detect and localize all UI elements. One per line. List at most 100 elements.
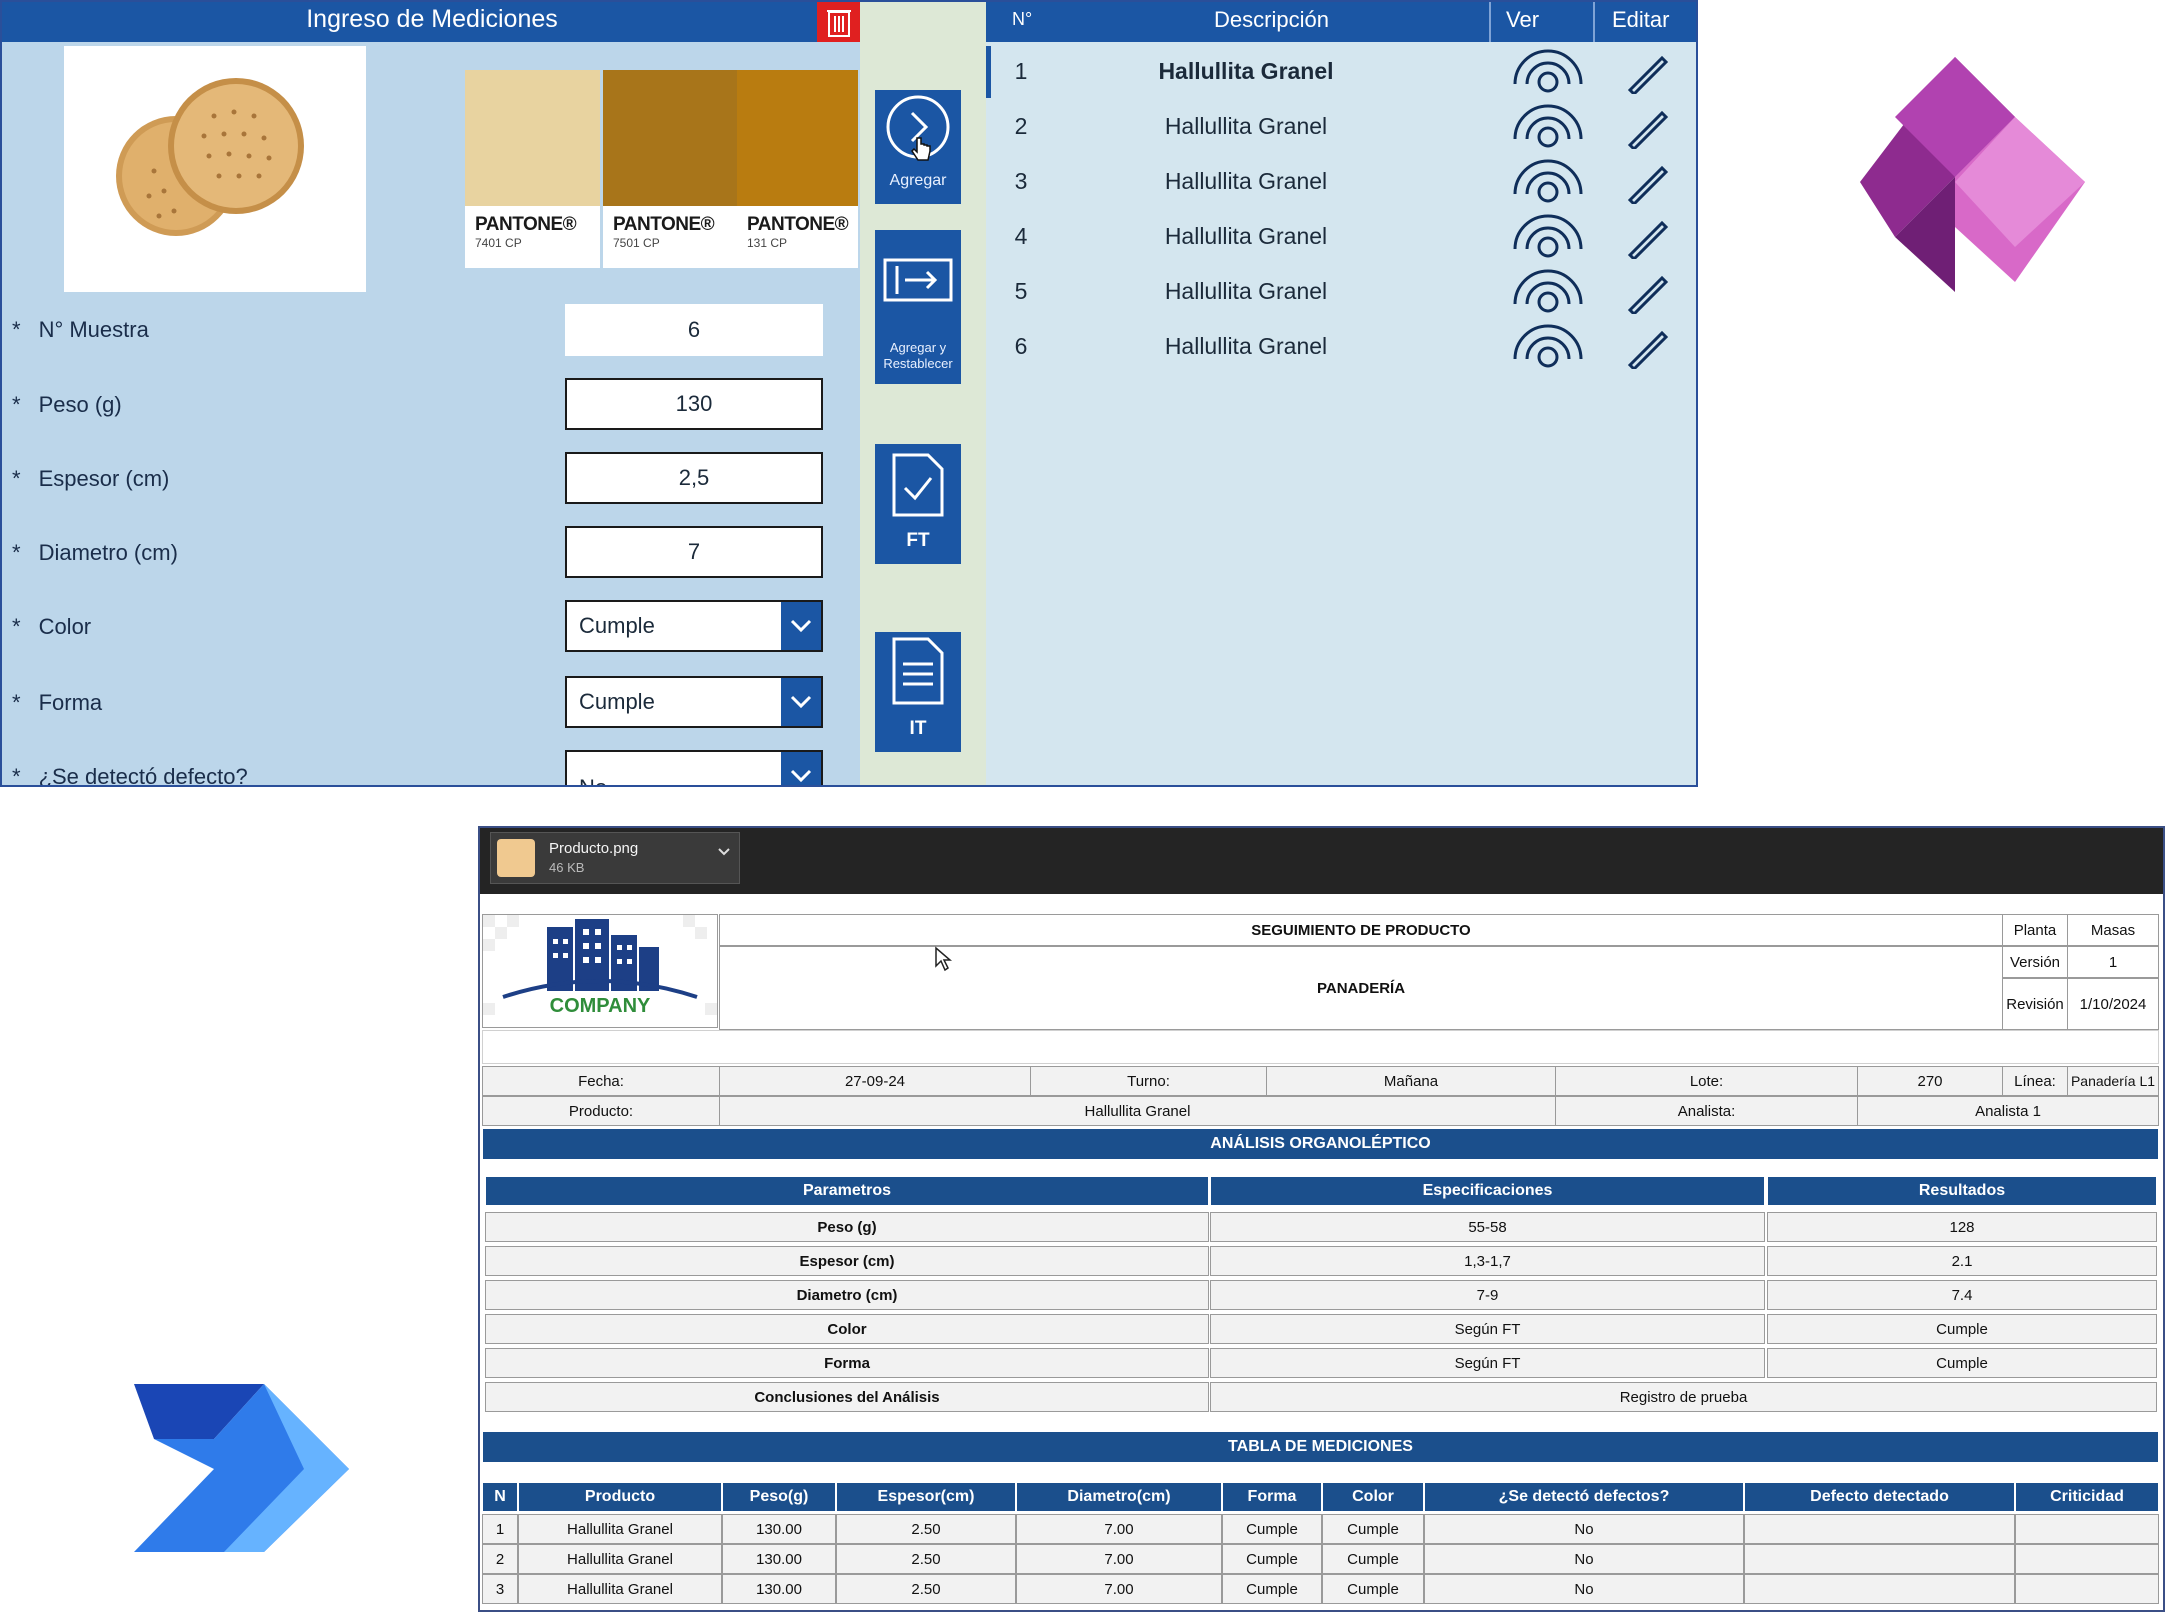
gallery-row[interactable]: 2 Hallullita Granel <box>986 99 1696 154</box>
result-cell: Cumple <box>1767 1314 2157 1344</box>
field-label-muestra: * N° Muestra <box>12 317 149 343</box>
row-num: 2 <box>1014 113 1028 139</box>
result-cell: 128 <box>1767 1212 2157 1242</box>
ft-button[interactable]: FT <box>875 444 961 564</box>
required-mark: * <box>12 466 21 491</box>
edit-pencil-icon[interactable] <box>1626 325 1670 369</box>
col-n: N <box>482 1482 518 1512</box>
table-cell: No <box>1424 1514 1744 1544</box>
swatch-code: 7501 CP <box>613 236 660 250</box>
analista-value: Analista 1 <box>1857 1096 2159 1126</box>
row-desc: Hallullita Granel <box>1164 113 1328 139</box>
edit-pencil-icon[interactable] <box>1626 270 1670 314</box>
producto-label: Producto: <box>482 1096 720 1126</box>
gallery-row[interactable]: 3 Hallullita Granel <box>986 154 1696 209</box>
swatch-color <box>603 70 738 206</box>
measurement-app: Ingreso de Mediciones PANTONE® 7401 CP P… <box>0 0 1698 787</box>
swatch-brand: PANTONE® <box>613 214 715 235</box>
col-especificaciones: Especificaciones <box>1210 1176 1765 1206</box>
power-automate-logo <box>134 1384 349 1552</box>
col-diametro: Diametro(cm) <box>1016 1482 1222 1512</box>
it-button[interactable]: IT <box>875 632 961 752</box>
table-cell: Cumple <box>1222 1514 1322 1544</box>
col-parametros: Parametros <box>485 1176 1209 1206</box>
gallery-row[interactable]: 1 Hallullita Granel <box>986 44 1696 99</box>
table-cell: Cumple <box>1322 1574 1424 1604</box>
document-lines-icon <box>892 637 944 705</box>
eye-icon[interactable] <box>1511 266 1585 316</box>
chevron-down-icon[interactable] <box>717 847 731 857</box>
chevron-down-icon[interactable] <box>781 602 821 650</box>
peso-input[interactable]: 130 <box>565 378 823 430</box>
chevron-down-icon[interactable] <box>781 678 821 726</box>
delete-button[interactable] <box>817 2 861 42</box>
dropdown-value: Cumple <box>579 689 655 714</box>
table-cell: 7.00 <box>1016 1514 1222 1544</box>
table-cell: Hallullita Granel <box>518 1544 722 1574</box>
fecha-value: 27-09-24 <box>719 1066 1031 1096</box>
table-cell: 130.00 <box>722 1574 836 1604</box>
analista-label: Analista: <box>1555 1096 1858 1126</box>
spec-cell: 1,3-1,7 <box>1210 1246 1765 1276</box>
version-value: 1 <box>2067 946 2159 978</box>
table-cell: No <box>1424 1544 1744 1574</box>
cracker-image <box>116 78 304 236</box>
table-cell: 7.00 <box>1016 1544 1222 1574</box>
col-criticidad: Criticidad <box>2015 1482 2159 1512</box>
swatch-brand: PANTONE® <box>475 214 577 235</box>
table-cell: Hallullita Granel <box>518 1514 722 1544</box>
eye-icon[interactable] <box>1511 46 1585 96</box>
gallery-header: N° Descripción Ver Editar <box>986 2 1696 42</box>
company-logo: COMPANY <box>482 914 718 1028</box>
revision-label: Revisión <box>2002 978 2068 1030</box>
gallery-row[interactable]: 4 Hallullita Granel <box>986 209 1696 264</box>
diametro-input[interactable]: 7 <box>565 526 823 578</box>
swatch-code: 131 CP <box>747 236 788 250</box>
agregar-restablecer-button[interactable]: Agregar y Restablecer <box>875 230 961 384</box>
row-desc: Hallullita Granel <box>1164 278 1328 304</box>
required-mark: * <box>12 317 21 342</box>
dropdown-value: No <box>579 775 607 785</box>
spec-cell: Según FT <box>1210 1348 1765 1378</box>
gallery-row[interactable]: 6 Hallullita Granel <box>986 319 1696 374</box>
table-cell: 130.00 <box>722 1544 836 1574</box>
edit-pencil-icon[interactable] <box>1626 50 1670 94</box>
swatch-color <box>465 70 600 206</box>
pantone-swatch: PANTONE® 131 CP <box>737 70 858 268</box>
color-dropdown[interactable]: Cumple <box>565 600 823 652</box>
planta-value: Masas <box>2067 914 2159 946</box>
attachment-thumbnail <box>497 839 535 877</box>
col-peso: Peso(g) <box>722 1482 836 1512</box>
edit-pencil-icon[interactable] <box>1626 105 1670 149</box>
agregar-button[interactable]: Agregar <box>875 90 961 204</box>
attachment-card[interactable]: Producto.png 46 KB <box>490 832 740 884</box>
turno-value: Mañana <box>1266 1066 1556 1096</box>
chevron-down-icon[interactable] <box>781 752 821 785</box>
col-producto: Producto <box>518 1482 722 1512</box>
muestra-input[interactable]: 6 <box>565 304 823 356</box>
required-mark: * <box>12 614 21 639</box>
forma-dropdown[interactable]: Cumple <box>565 676 823 728</box>
eye-icon[interactable] <box>1511 211 1585 261</box>
eye-icon[interactable] <box>1511 321 1585 371</box>
edit-pencil-icon[interactable] <box>1626 160 1670 204</box>
espesor-input[interactable]: 2,5 <box>565 452 823 504</box>
eye-icon[interactable] <box>1511 101 1585 151</box>
defecto-dropdown[interactable]: No <box>565 750 823 785</box>
label-text: N° Muestra <box>38 317 149 342</box>
table-cell: 2.50 <box>836 1514 1016 1544</box>
swatch-code: 7401 CP <box>475 236 522 250</box>
field-label-defecto: * ¿Se detectó defecto? <box>12 764 248 785</box>
field-label-espesor: * Espesor (cm) <box>12 466 169 492</box>
table-cell: No <box>1424 1574 1744 1604</box>
gallery-row[interactable]: 5 Hallullita Granel <box>986 264 1696 319</box>
it-label: IT <box>909 718 927 739</box>
power-apps-logo <box>1860 57 2085 292</box>
spec-cell: 7-9 <box>1210 1280 1765 1310</box>
fecha-label: Fecha: <box>482 1066 720 1096</box>
conclusions-label: Conclusiones del Análisis <box>485 1382 1209 1412</box>
eye-icon[interactable] <box>1511 156 1585 206</box>
pantone-swatch: PANTONE® 7401 CP <box>465 70 600 268</box>
edit-pencil-icon[interactable] <box>1626 215 1670 259</box>
conclusions-value: Registro de prueba <box>1210 1382 2157 1412</box>
